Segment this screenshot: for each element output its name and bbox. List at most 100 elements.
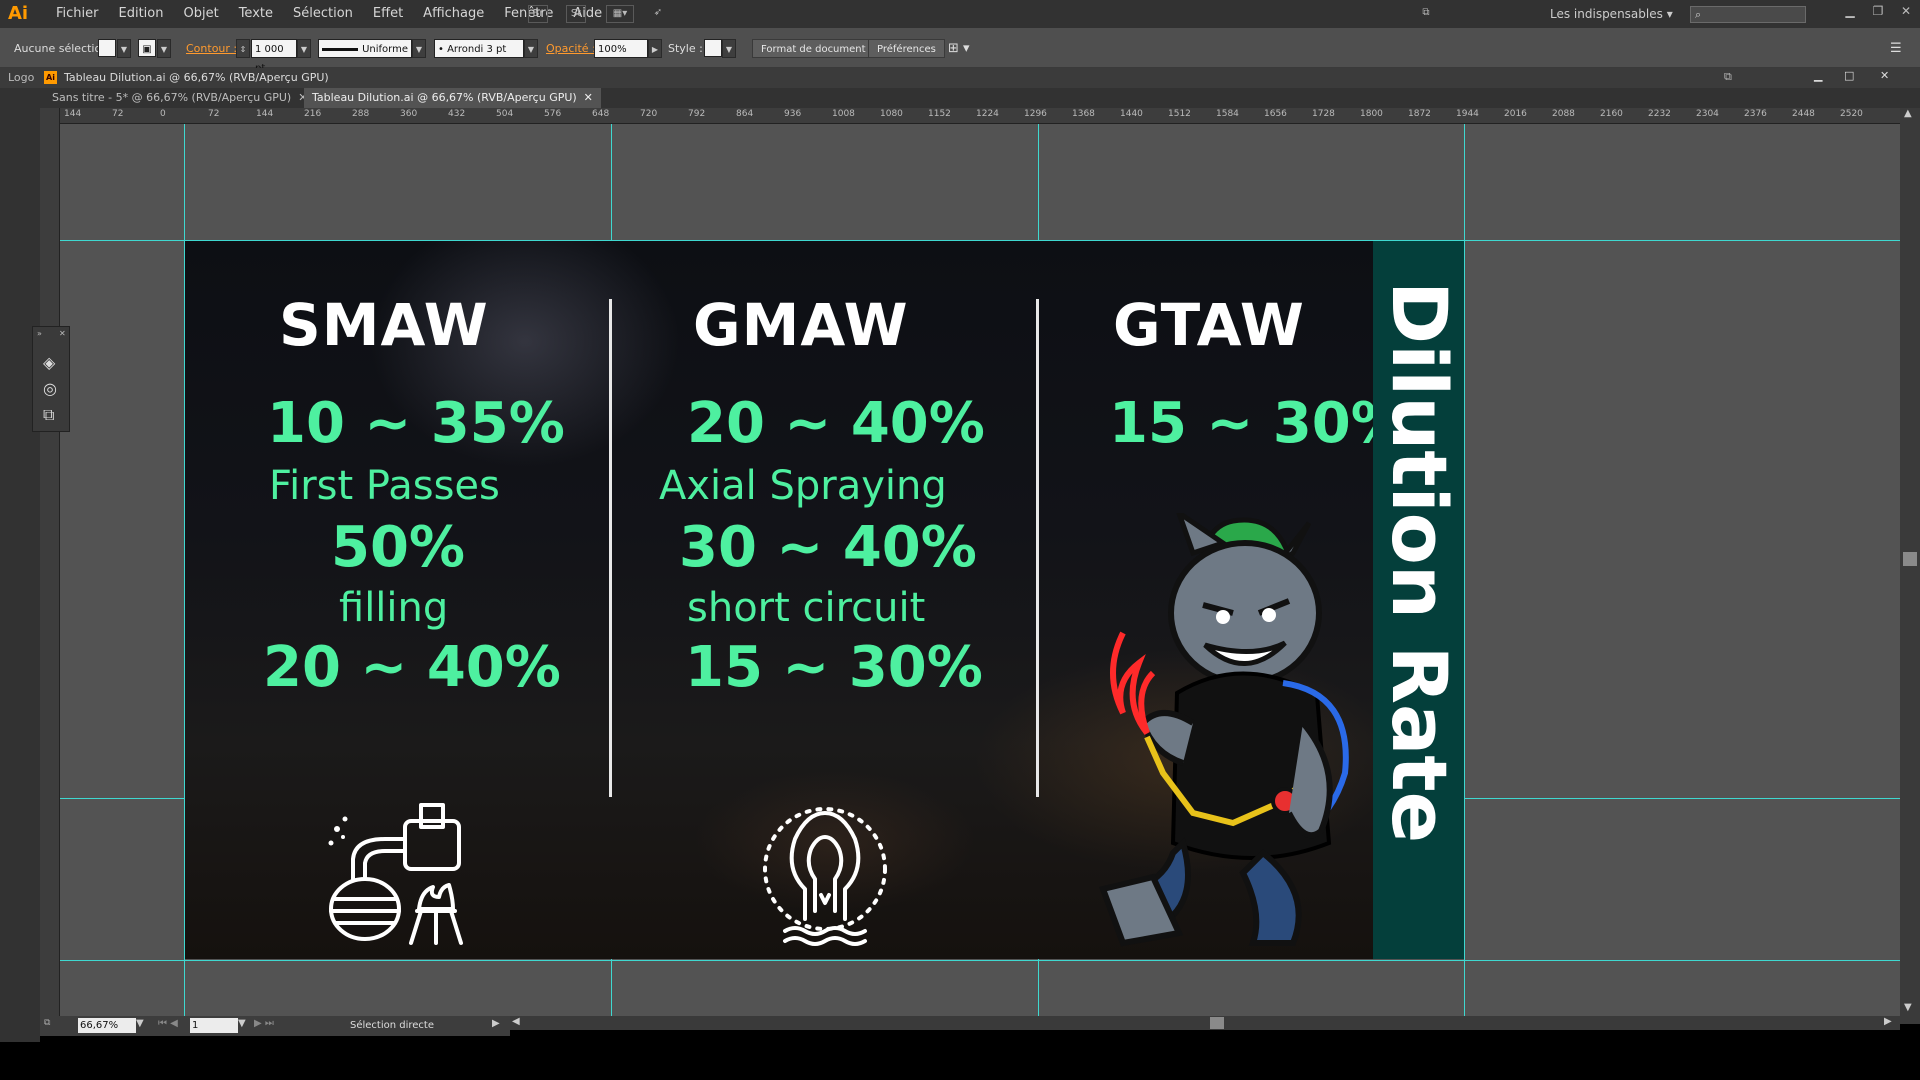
artboards-icon[interactable]: ⧉ (43, 405, 54, 425)
stroke-weight-dropdown[interactable]: ▼ (297, 39, 311, 58)
status-icon: ⧉ (44, 1018, 51, 1028)
sync-icon[interactable]: ⧉ (1416, 5, 1436, 23)
doc-minimize-icon[interactable]: ▁ (1814, 69, 1822, 82)
opacity-dropdown[interactable]: ▶ (648, 39, 662, 58)
doc-close-icon[interactable]: ✕ (1880, 69, 1889, 82)
menu-fichier[interactable]: Fichier (46, 0, 109, 28)
stock-icon[interactable]: St (566, 5, 586, 23)
artboard[interactable]: SMAW 10 ~ 35% First Passes 50% filling 2… (185, 241, 1464, 959)
stroke-swatch[interactable]: ▣ (138, 39, 156, 57)
menu-affichage[interactable]: Affichage (413, 0, 494, 28)
ruler-tick-label: 1944 (1456, 109, 1479, 119)
ruler-tick-label: 2376 (1744, 109, 1767, 119)
close-panel-icon[interactable]: ✕ (59, 329, 66, 338)
column-divider (609, 299, 612, 797)
stroke-dropdown[interactable]: ▼ (157, 39, 171, 58)
zoom-dropdown[interactable]: ▼ (136, 1018, 144, 1029)
ruler-tick-label: 2232 (1648, 109, 1671, 119)
vertical-ruler[interactable] (40, 108, 60, 1024)
tab-tableau-dilution[interactable]: Tableau Dilution.ai @ 66,67% (RVB/Aperçu… (304, 88, 601, 108)
scroll-down-icon[interactable]: ▼ (1904, 1002, 1912, 1013)
restore-icon[interactable]: ❐ (1864, 0, 1892, 22)
scroll-up-icon[interactable]: ▲ (1904, 108, 1912, 119)
brush-field[interactable]: • Arrondi 3 pt (434, 39, 524, 58)
horizontal-scroll-thumb[interactable] (1210, 1017, 1224, 1029)
gmaw-rate-2: 30 ~ 40% (679, 515, 977, 580)
workspace-switcher[interactable]: Les indispensables ▾ (1550, 0, 1673, 28)
scroll-left-icon[interactable]: ◀ (512, 1016, 520, 1027)
ruler-tick-label: 648 (592, 109, 610, 119)
menu-edition[interactable]: Edition (109, 0, 174, 28)
menu-selection[interactable]: Sélection (283, 0, 363, 28)
panel-menu-icon[interactable]: ☰ (1890, 39, 1902, 58)
expand-panels-icon[interactable]: » (37, 329, 42, 338)
vertical-scrollbar[interactable]: ▲ ▼ (1900, 108, 1920, 1024)
fill-dropdown[interactable]: ▼ (117, 39, 131, 58)
style-swatch[interactable] (704, 39, 722, 57)
scroll-right-icon[interactable]: ▶ (1884, 1016, 1892, 1027)
ruler-tick-label: 720 (640, 109, 658, 119)
first-page-icon[interactable]: ⏮ ◀ (158, 1018, 178, 1029)
align-options-icon[interactable]: ⊞ ▾ (948, 39, 970, 58)
cc-libraries-icon[interactable]: ◎ (43, 379, 57, 398)
gmaw-rate-3: 15 ~ 30% (685, 635, 983, 700)
document-setup-button[interactable]: Format de document (752, 39, 875, 58)
stroke-weight-stepper[interactable]: ⇕ (236, 39, 250, 58)
panel-label: Logo (8, 71, 35, 84)
stroke-profile-dropdown[interactable]: ▼ (412, 39, 426, 58)
bridge-icon[interactable]: Br (528, 5, 548, 23)
ruler-tick-label: 864 (736, 109, 754, 119)
ruler-tick-label: 72 (208, 109, 220, 119)
layers-icon[interactable]: ◈ (43, 353, 55, 372)
stroke-profile-field[interactable]: Uniforme (318, 39, 412, 58)
doc-maximize-icon[interactable]: □ (1844, 69, 1854, 82)
window-sync-icon[interactable]: ⧉ (1724, 70, 1732, 84)
opacity-field[interactable]: 100% (594, 39, 648, 58)
horizontal-ruler[interactable]: 144 72 0 72 144 216 288 360 432 504 576 648 720 792 86… (40, 108, 1900, 124)
zoom-field[interactable]: 66,67% (78, 1018, 136, 1033)
smaw-rate-2: 50% (331, 515, 466, 580)
heading-gtaw: GTAW (1113, 291, 1305, 359)
ruler-tick-label: 0 (160, 109, 166, 119)
ruler-tick-label: 288 (352, 109, 370, 119)
search-input[interactable]: ⌕ (1690, 6, 1806, 23)
guide-vertical[interactable] (1464, 124, 1465, 1016)
heading-smaw: SMAW (279, 291, 489, 359)
fill-swatch[interactable] (98, 39, 116, 57)
stroke-label[interactable]: Contour : (186, 39, 237, 58)
preferences-button[interactable]: Préférences (868, 39, 945, 58)
arrange-documents-icon[interactable]: ▦▾ (606, 5, 634, 23)
opacity-label[interactable]: Opacité : (546, 39, 596, 58)
ruler-tick-label: 576 (544, 109, 562, 119)
tab-untitled[interactable]: Sans titre - 5* @ 66,67% (RVB/Aperçu GPU… (44, 88, 315, 108)
style-dropdown[interactable]: ▼ (722, 39, 736, 58)
ruler-tick-label: 1224 (976, 109, 999, 119)
gmaw-label-2: short circuit (687, 585, 926, 631)
status-bar: ⧉ 66,67% ▼ ⏮ ◀ 1 ▼ ▶ ⏭ Sélection directe… (40, 1016, 510, 1036)
vertical-scroll-thumb[interactable] (1903, 552, 1917, 566)
status-menu-arrow[interactable]: ▶ (492, 1018, 500, 1029)
ruler-tick-label: 2088 (1552, 109, 1575, 119)
canvas-area[interactable]: SMAW 10 ~ 35% First Passes 50% filling 2… (60, 124, 1900, 1016)
page-field[interactable]: 1 (190, 1018, 238, 1033)
menu-objet[interactable]: Objet (173, 0, 228, 28)
guide-horizontal[interactable] (60, 960, 1900, 961)
welder-cat-mascot (1099, 513, 1349, 947)
horizontal-scrollbar[interactable]: ◀ ▶ (510, 1016, 1900, 1030)
stroke-weight-field[interactable]: 1 000 pt (251, 39, 297, 74)
menu-effet[interactable]: Effet (363, 0, 413, 28)
last-page-icon[interactable]: ▶ ⏭ (254, 1018, 274, 1029)
ruler-tick-label: 1872 (1408, 109, 1431, 119)
close-icon[interactable]: ✕ (1892, 0, 1920, 22)
minimize-icon[interactable]: ▁ (1836, 0, 1864, 22)
gpu-rocket-icon[interactable]: ➶ (648, 5, 668, 23)
ruler-tick-label: 2016 (1504, 109, 1527, 119)
ruler-tick-label: 792 (688, 109, 706, 119)
page-dropdown[interactable]: ▼ (238, 1018, 246, 1029)
ruler-tick-label: 2520 (1840, 109, 1863, 119)
ruler-tick-label: 432 (448, 109, 466, 119)
ruler-tick-label: 2160 (1600, 109, 1623, 119)
brush-dropdown[interactable]: ▼ (524, 39, 538, 58)
ruler-tick-label: 216 (304, 109, 322, 119)
menu-texte[interactable]: Texte (229, 0, 283, 28)
